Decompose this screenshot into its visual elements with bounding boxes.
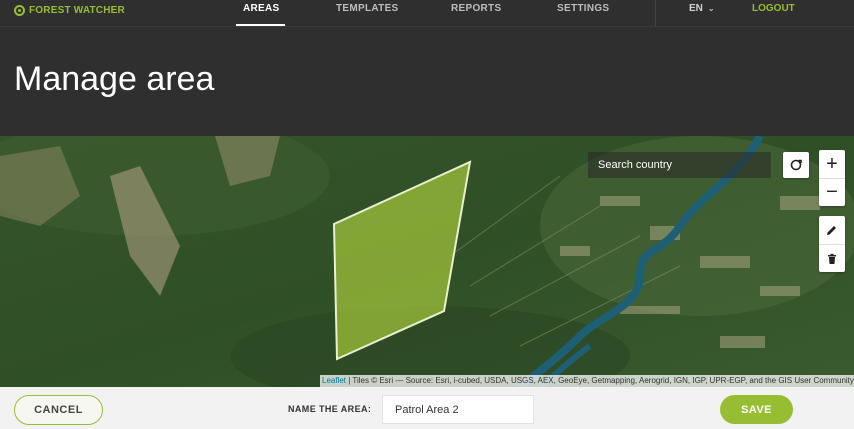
top-nav: FOREST WATCHER AREAS TEMPLATES REPORTS S…	[0, 0, 854, 26]
nav-divider	[655, 0, 656, 26]
language-selector[interactable]: EN ⌄	[689, 3, 715, 14]
zoom-out-button[interactable]: −	[819, 178, 845, 206]
zoom-controls: + −	[819, 150, 845, 206]
target-icon	[14, 4, 25, 16]
country-search[interactable]	[588, 152, 771, 178]
tab-areas[interactable]: AREAS	[243, 3, 280, 14]
draw-controls	[819, 216, 845, 272]
area-name-input[interactable]	[382, 395, 534, 424]
brand-logo[interactable]: FOREST WATCHER	[14, 3, 125, 17]
draw-button[interactable]	[819, 216, 845, 244]
tab-reports[interactable]: REPORTS	[451, 3, 501, 14]
page-title: Manage area	[14, 60, 215, 98]
cancel-button[interactable]: CANCEL	[14, 395, 103, 425]
save-button[interactable]: SAVE	[720, 395, 793, 424]
tab-templates[interactable]: TEMPLATES	[336, 3, 399, 14]
name-area-label: NAME THE AREA:	[288, 404, 372, 414]
logout-link[interactable]: LOGOUT	[752, 3, 795, 14]
locate-button[interactable]	[783, 152, 809, 178]
zoom-in-button[interactable]: +	[819, 150, 845, 178]
search-country-input[interactable]	[598, 159, 758, 171]
map-attribution: Leaflet | Tiles © Esri — Source: Esri, i…	[320, 375, 854, 387]
brand-name: FOREST WATCHER	[29, 4, 125, 16]
header-divider	[0, 26, 854, 27]
chevron-down-icon: ⌄	[707, 4, 715, 13]
locate-icon	[790, 159, 802, 171]
pencil-icon	[827, 226, 836, 235]
trash-icon	[828, 253, 836, 264]
delete-button[interactable]	[819, 244, 845, 272]
language-label: EN	[689, 3, 703, 14]
attribution-text: | Tiles © Esri — Source: Esri, i-cubed, …	[346, 376, 854, 385]
tab-settings[interactable]: SETTINGS	[557, 3, 609, 14]
leaflet-link[interactable]: Leaflet	[322, 376, 346, 385]
